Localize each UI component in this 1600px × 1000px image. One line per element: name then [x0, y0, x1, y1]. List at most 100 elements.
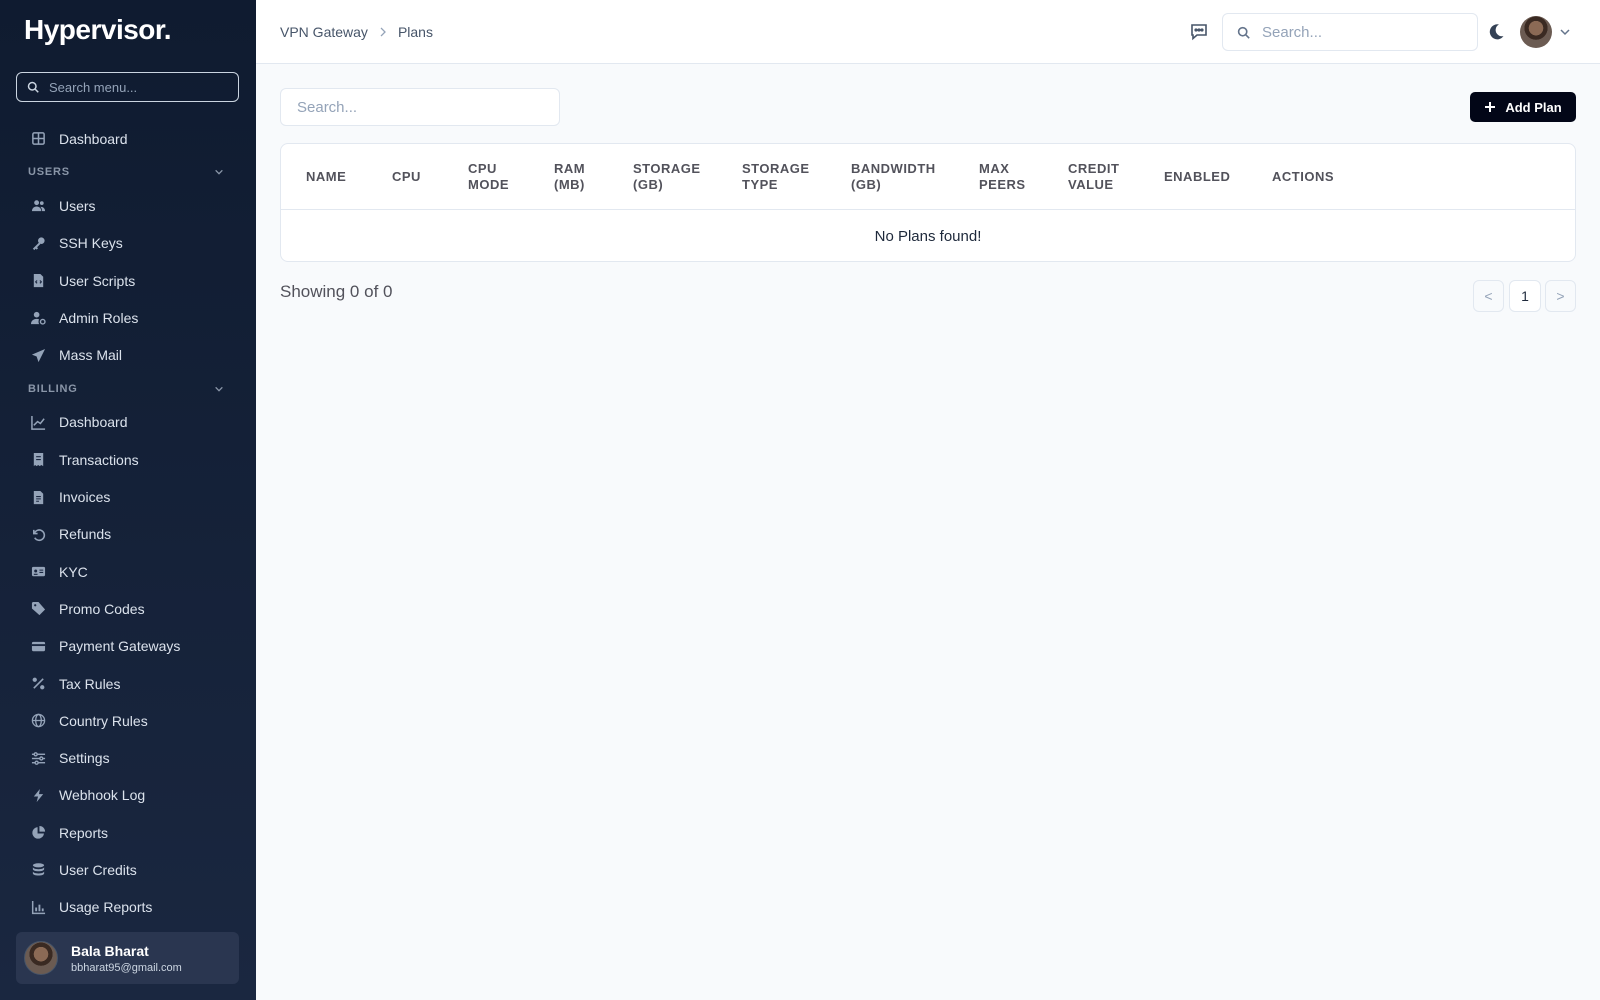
- bolt-icon: [31, 788, 46, 803]
- sidebar-item-label: Usage Reports: [59, 899, 153, 916]
- column-header-actions: ACTIONS: [1272, 169, 1334, 184]
- search-icon: [1237, 26, 1250, 39]
- user-profile-card[interactable]: Bala Bharat bbharat95@gmail.com: [16, 932, 239, 984]
- menu-search-placeholder: Search menu...: [49, 79, 138, 95]
- sidebar-item-label: User Credits: [59, 861, 137, 878]
- column-header-credit-value[interactable]: CREDIT VALUE: [1068, 144, 1119, 210]
- sidebar-item-payment-gateways[interactable]: Payment Gateways: [0, 628, 256, 665]
- section-title: USERS: [28, 166, 70, 179]
- sidebar-item-user-credits[interactable]: User Credits: [0, 851, 256, 888]
- sidebar-item-kyc[interactable]: KYC: [0, 553, 256, 590]
- sidebar-item-label: Dashboard: [59, 130, 128, 147]
- sidebar-item-label: SSH Keys: [59, 235, 123, 252]
- sidebar-item-refunds[interactable]: Refunds: [0, 516, 256, 553]
- sidebar-item-label: Invoices: [59, 489, 111, 506]
- column-header-cpu[interactable]: CPU: [392, 144, 421, 210]
- section-billing[interactable]: BILLING: [0, 374, 256, 404]
- sidebar-item-label: Settings: [59, 750, 110, 767]
- add-plan-button[interactable]: Add Plan: [1470, 92, 1576, 122]
- sidebar-item-promo-codes[interactable]: Promo Codes: [0, 590, 256, 627]
- id-card-icon: [31, 564, 46, 579]
- user-meta: Bala Bharat bbharat95@gmail.com: [71, 943, 182, 974]
- sidebar-item-label: Users: [59, 197, 96, 214]
- table-header: NAME CPU CPU MODE RAM (MB) STORAGE (GB) STO…: [281, 144, 1575, 210]
- sidebar-item-dashboard[interactable]: Dashboard: [0, 120, 256, 157]
- breadcrumb: VPN Gateway Plans: [280, 24, 433, 40]
- sidebar-item-webhook-log[interactable]: Webhook Log: [0, 777, 256, 814]
- globe-icon: [31, 713, 46, 728]
- pagination-next-button[interactable]: >: [1545, 280, 1576, 312]
- topbar: VPN Gateway Plans Search...: [256, 0, 1600, 64]
- column-header-name[interactable]: NAME: [306, 144, 346, 210]
- column-header-cpu-mode[interactable]: CPU MODE: [468, 144, 509, 210]
- key-icon: [31, 236, 46, 251]
- sliders-icon: [31, 751, 46, 766]
- add-plan-label: Add Plan: [1505, 99, 1562, 115]
- user-email: bbharat95@gmail.com: [71, 961, 182, 974]
- sidebar-item-label: User Scripts: [59, 272, 136, 289]
- grid-icon: [31, 131, 46, 146]
- sidebar-item-label: Admin Roles: [59, 309, 139, 326]
- sidebar-item-label: Country Rules: [59, 712, 148, 729]
- plus-icon: [1485, 102, 1496, 112]
- chart-line-icon: [31, 415, 46, 430]
- sidebar: Hypervisor. Search menu... Dashboard USE…: [0, 0, 256, 1000]
- chevron-right-icon: [378, 27, 388, 37]
- plans-table: NAME CPU CPU MODE RAM (MB) STORAGE (GB) STO…: [280, 143, 1576, 262]
- sidebar-item-ssh-keys[interactable]: SSH Keys: [0, 225, 256, 262]
- column-header-enabled[interactable]: ENABLED: [1164, 144, 1230, 210]
- sidebar-item-users[interactable]: Users: [0, 187, 256, 224]
- message-icon[interactable]: [1189, 22, 1209, 42]
- undo-icon: [31, 527, 46, 542]
- sidebar-item-usage-reports[interactable]: Usage Reports: [0, 889, 256, 926]
- send-icon: [31, 348, 46, 363]
- sidebar-item-country-rules[interactable]: Country Rules: [0, 702, 256, 739]
- sidebar-item-admin-roles[interactable]: Admin Roles: [0, 299, 256, 336]
- sidebar-item-tax-rules[interactable]: Tax Rules: [0, 665, 256, 702]
- global-search-input[interactable]: Search...: [1222, 13, 1478, 51]
- column-header-storage-type[interactable]: STORAGE TYPE: [742, 144, 810, 210]
- coins-icon: [31, 862, 46, 877]
- chevron-down-icon[interactable]: [1559, 27, 1571, 37]
- sidebar-nav: Dashboard USERS Users SSH Keys User Scri…: [0, 120, 256, 926]
- pagination-prev-button[interactable]: <: [1473, 280, 1504, 312]
- user-avatar-button[interactable]: [1520, 16, 1552, 48]
- column-header-max-peers[interactable]: MAX PEERS: [979, 144, 1026, 210]
- user-cog-icon: [31, 310, 46, 326]
- showing-count: Showing 0 of 0: [280, 282, 393, 301]
- user-name: Bala Bharat: [71, 942, 149, 959]
- sidebar-item-user-scripts[interactable]: User Scripts: [0, 262, 256, 299]
- plans-search-input[interactable]: Search...: [280, 88, 560, 126]
- sidebar-item-label: Reports: [59, 824, 109, 841]
- column-header-bandwidth[interactable]: BANDWIDTH (GB): [851, 144, 936, 210]
- avatar: [24, 941, 58, 975]
- menu-search-input[interactable]: Search menu...: [16, 72, 239, 102]
- sidebar-item-reports[interactable]: Reports: [0, 814, 256, 851]
- sidebar-item-label: Promo Codes: [59, 600, 145, 617]
- sidebar-item-label: KYC: [59, 563, 88, 580]
- plans-search-placeholder: Search...: [297, 98, 358, 116]
- file-code-icon: [31, 273, 46, 288]
- sidebar-item-invoices[interactable]: Invoices: [0, 478, 256, 515]
- users-icon: [31, 198, 46, 213]
- sidebar-item-settings[interactable]: Settings: [0, 739, 256, 776]
- sidebar-item-billing-dashboard[interactable]: Dashboard: [0, 404, 256, 441]
- moon-icon[interactable]: [1486, 22, 1506, 42]
- column-header-storage[interactable]: STORAGE (GB): [633, 144, 701, 210]
- sidebar-item-transactions[interactable]: Transactions: [0, 441, 256, 478]
- receipt-icon: [31, 452, 46, 467]
- pagination-page-button[interactable]: 1: [1509, 280, 1541, 312]
- sidebar-item-label: Tax Rules: [59, 675, 121, 692]
- file-text-icon: [31, 490, 46, 505]
- column-header-ram[interactable]: RAM (MB): [554, 144, 585, 210]
- pie-chart-icon: [31, 825, 46, 840]
- bar-chart-icon: [31, 900, 46, 915]
- app-logo[interactable]: Hypervisor.: [24, 14, 172, 46]
- section-users[interactable]: USERS: [0, 157, 256, 187]
- breadcrumb-item-plans: Plans: [397, 24, 433, 40]
- sidebar-item-label: Mass Mail: [59, 347, 123, 364]
- chevron-down-icon: [215, 386, 223, 392]
- tag-icon: [31, 601, 46, 616]
- sidebar-item-mass-mail[interactable]: Mass Mail: [0, 336, 256, 373]
- breadcrumb-item-vpn-gateway[interactable]: VPN Gateway: [280, 24, 368, 40]
